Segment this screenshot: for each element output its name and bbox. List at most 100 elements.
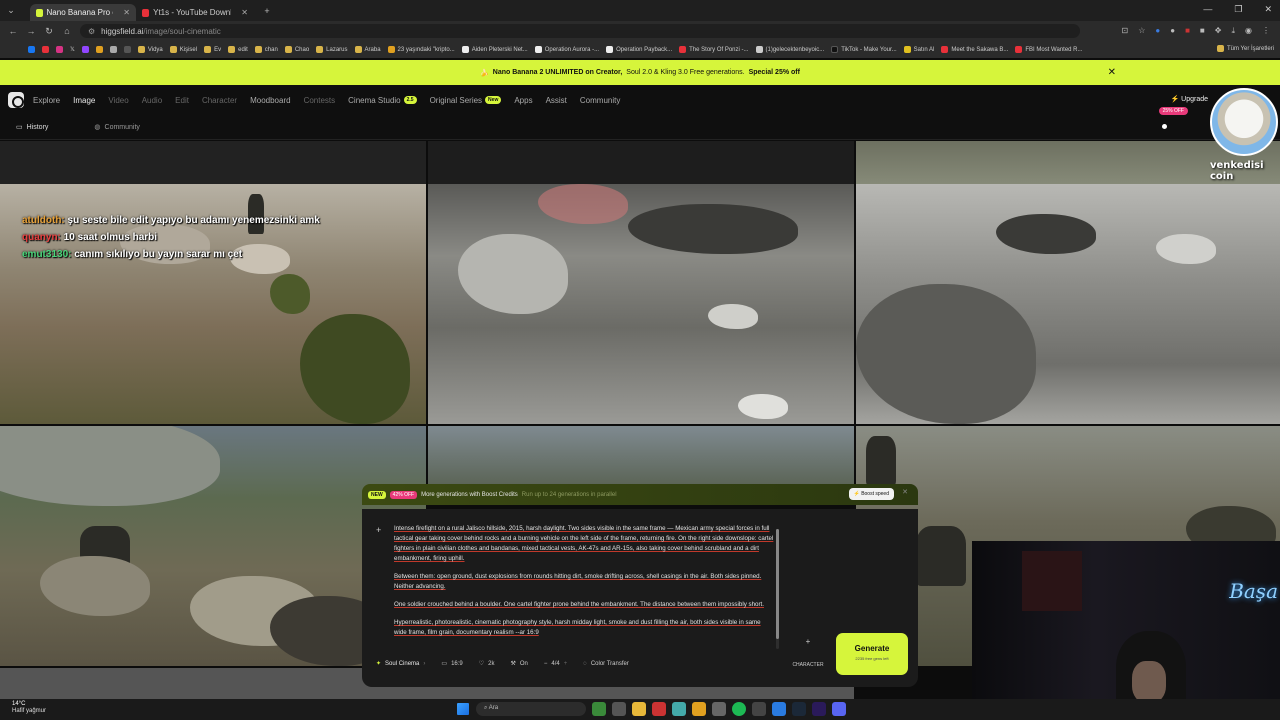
maximize-button[interactable]: ❐: [1234, 4, 1242, 15]
photos-icon[interactable]: [772, 702, 786, 716]
tab-list-icon[interactable]: ⌄: [2, 5, 20, 16]
extension-icon[interactable]: ■: [1200, 26, 1205, 36]
close-icon[interactable]: ✕: [1108, 67, 1116, 78]
close-icon[interactable]: ✕: [902, 488, 908, 496]
premiere-icon[interactable]: [812, 702, 826, 716]
app-icon[interactable]: [672, 702, 686, 716]
app-icon[interactable]: [652, 702, 666, 716]
slider-handle[interactable]: [1162, 124, 1167, 129]
bookmark-instagram-icon[interactable]: [56, 46, 63, 53]
browser-tab-higgsfield[interactable]: Nano Banana Pro on Higgsfield ✕: [30, 4, 136, 21]
nav-apps[interactable]: Apps: [514, 96, 532, 105]
back-icon[interactable]: ←: [4, 26, 22, 36]
scrollbar-thumb[interactable]: [776, 529, 779, 639]
url-field[interactable]: ⚙ higgsfield.ai /image/soul-cinematic: [80, 24, 1080, 38]
generated-image[interactable]: [428, 184, 854, 424]
widgets-icon[interactable]: [592, 702, 606, 716]
character-button[interactable]: + CHARACTER: [790, 635, 826, 675]
bookmark-x-icon[interactable]: 𝕏: [70, 46, 75, 53]
bookmark-item[interactable]: Operation Payback...: [606, 46, 672, 53]
promo-banner[interactable]: 🍌 Nano Banana 2 UNLIMITED on Creator, So…: [0, 60, 1280, 85]
bookmark-item[interactable]: chan: [254, 46, 278, 53]
enhance-toggle[interactable]: ⚒ On: [510, 660, 527, 668]
color-transfer-button[interactable]: ◌ Color Transfer: [583, 661, 629, 667]
nav-character[interactable]: Character: [202, 96, 237, 105]
nav-assist[interactable]: Assist: [546, 96, 567, 105]
discord-icon[interactable]: [832, 702, 846, 716]
tab-community[interactable]: ◍ Community: [94, 123, 140, 132]
weather-widget[interactable]: 14°C Hafif yağmur: [12, 701, 46, 715]
close-tab-icon[interactable]: ✕: [241, 8, 248, 17]
nav-cinema-studio[interactable]: Cinema Studio 2.5: [348, 96, 417, 105]
bookmark-item[interactable]: edit: [228, 46, 248, 53]
model-selector[interactable]: ✦ Soul Cinema ›: [376, 660, 425, 668]
app-icon[interactable]: [752, 702, 766, 716]
generate-button[interactable]: Generate 2235 free gens left: [836, 633, 908, 675]
menu-icon[interactable]: ⋮: [1262, 26, 1270, 36]
spotify-icon[interactable]: [732, 702, 746, 716]
nav-community[interactable]: Community: [580, 96, 620, 105]
new-tab-button[interactable]: +: [258, 6, 276, 16]
close-window-button[interactable]: ✕: [1264, 4, 1272, 15]
prompt-scrollbar[interactable]: [776, 529, 779, 649]
download-icon[interactable]: ⤓: [1231, 26, 1235, 36]
bookmark-item[interactable]: Operation Aurora -...: [534, 46, 599, 53]
bookmark-item[interactable]: Vidya: [137, 46, 163, 53]
browser-tab-yt1s[interactable]: Yt1s - YouTube Downloader | Y ✕: [136, 4, 254, 21]
bookmark-item[interactable]: Kişisel: [169, 46, 197, 53]
bookmark-twitch-icon[interactable]: [81, 46, 89, 53]
nav-edit[interactable]: Edit: [175, 96, 189, 105]
extension-icon[interactable]: ■: [1185, 26, 1190, 36]
nav-image[interactable]: Image: [73, 96, 95, 105]
bookmark-youtube-icon[interactable]: [42, 46, 49, 53]
task-view-icon[interactable]: [612, 702, 626, 716]
windows-start-icon[interactable]: [457, 703, 469, 715]
generated-image[interactable]: [428, 141, 854, 184]
file-explorer-icon[interactable]: [632, 702, 646, 716]
minimize-button[interactable]: —: [1203, 4, 1212, 15]
bookmark-item[interactable]: Meet the Sakawa B...: [941, 46, 1008, 53]
install-icon[interactable]: ⊡: [1122, 26, 1129, 36]
extension-icon[interactable]: ●: [1155, 26, 1160, 36]
bookmark-item[interactable]: Chao: [284, 46, 309, 53]
bookmark-item[interactable]: (1)gelecektenbeyoic...: [755, 46, 824, 53]
steam-icon[interactable]: [792, 702, 806, 716]
site-info-icon[interactable]: ⚙: [88, 27, 95, 36]
nav-contests[interactable]: Contests: [304, 96, 336, 105]
bookmark-item[interactable]: FBI Most Wanted R...: [1015, 46, 1083, 53]
bookmark-misc-icon[interactable]: [123, 46, 131, 53]
bookmark-facebook-icon[interactable]: [28, 46, 35, 53]
bookmark-item[interactable]: TikTok - Make Your...: [831, 46, 897, 53]
plus-icon[interactable]: +: [564, 661, 568, 667]
generated-image[interactable]: [0, 141, 426, 184]
taskbar-search[interactable]: ⌕ Ara: [476, 702, 586, 716]
nav-video[interactable]: Video: [108, 96, 128, 105]
nav-moodboard[interactable]: Moodboard: [250, 96, 290, 105]
nav-audio[interactable]: Audio: [142, 96, 162, 105]
all-bookmarks[interactable]: Tüm Yer İşaretleri: [1216, 45, 1274, 52]
bookmark-item[interactable]: The Story Of Ponzi -...: [679, 46, 749, 53]
reload-icon[interactable]: ↻: [40, 26, 58, 37]
close-tab-icon[interactable]: ✕: [123, 8, 130, 17]
add-reference-icon[interactable]: +: [376, 525, 381, 535]
generated-image[interactable]: [856, 184, 1280, 424]
tab-history[interactable]: ▭ History: [16, 123, 48, 132]
bookmark-item[interactable]: Lazarus: [316, 46, 348, 53]
chrome-icon[interactable]: [692, 702, 706, 716]
home-icon[interactable]: ⌂: [58, 26, 76, 36]
profile-icon[interactable]: ◉: [1245, 26, 1252, 36]
prompt-textarea[interactable]: Intense firefight on a rural Jalisco hil…: [394, 524, 774, 654]
forward-icon[interactable]: →: [22, 26, 40, 36]
quality-selector[interactable]: ♡ 2k: [479, 660, 495, 668]
bookmark-misc-icon[interactable]: [109, 46, 117, 53]
bookmark-item[interactable]: Aiden Pleterski Net...: [461, 46, 528, 53]
upgrade-button[interactable]: ⚡ Upgrade: [1170, 95, 1208, 103]
bookmark-item[interactable]: Satın Al: [903, 46, 934, 53]
generated-image[interactable]: [428, 426, 854, 486]
extensions-puzzle-icon[interactable]: ✥: [1215, 26, 1222, 36]
extension-icon[interactable]: ●: [1170, 26, 1175, 36]
batch-count-stepper[interactable]: −4/4 +: [544, 661, 567, 667]
app-icon[interactable]: [712, 702, 726, 716]
nav-original-series[interactable]: Original Series New: [430, 96, 502, 105]
bookmark-misc-icon[interactable]: [95, 46, 103, 53]
